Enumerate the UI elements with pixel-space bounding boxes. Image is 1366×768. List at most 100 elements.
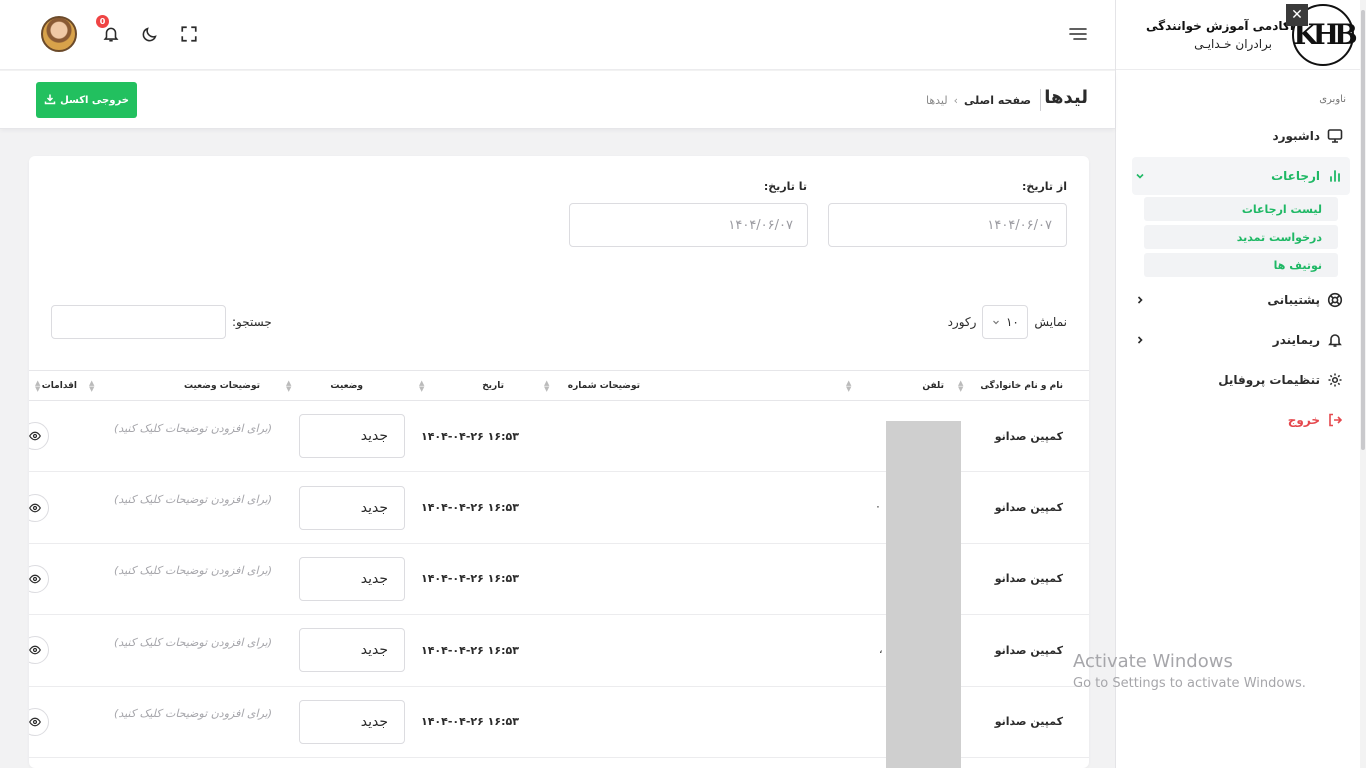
lead-phone-notes[interactable]: [538, 686, 840, 758]
sidebar-item-label: تنظیمات پروفایل: [1218, 373, 1320, 387]
page-header: خروجی اکسل صفحه اصلی › لیدها لیدها: [0, 71, 1115, 129]
monitor-icon: [1326, 127, 1344, 145]
page-length-control: نمایش ۱۰ رکورد: [948, 305, 1067, 339]
status-select[interactable]: جدید: [299, 556, 405, 601]
sort-icon: ▲ ▼: [286, 379, 292, 393]
lead-actions: [29, 400, 83, 473]
lead-status-notes[interactable]: (برای افزودن توضیحات کلیک کنید): [83, 614, 280, 687]
redacted-phone-block: [886, 421, 961, 768]
breadcrumb-home[interactable]: صفحه اصلی: [964, 94, 1031, 107]
chevron-down-icon: [1132, 168, 1148, 184]
lead-status-notes[interactable]: (برای افزودن توضیحات کلیک کنید): [83, 471, 280, 544]
lead-status-notes[interactable]: (برای افزودن توضیحات کلیک کنید): [83, 686, 280, 758]
menu-toggle-icon[interactable]: [1068, 24, 1088, 44]
page-title: لیدها: [1044, 87, 1088, 108]
page-length-value: ۱۰: [1005, 315, 1019, 329]
page-length-select[interactable]: ۱۰: [982, 305, 1029, 339]
sidebar-item-referrals[interactable]: ارجاعات: [1132, 157, 1350, 195]
excel-export-button[interactable]: خروجی اکسل: [36, 82, 137, 118]
lead-date: ۱۴۰۴-۰۴-۲۶ ۱۶:۵۳: [413, 543, 538, 616]
lead-date: ۱۴۰۴-۰۴-۲۶ ۱۶:۵۳: [413, 686, 538, 758]
breadcrumb: صفحه اصلی › لیدها: [925, 94, 1031, 107]
lead-name: کمپین صدانو: [952, 400, 1089, 473]
search-input[interactable]: [51, 305, 226, 339]
header-divider: [1040, 89, 1041, 111]
phone-fragment: ۰: [875, 500, 881, 513]
show-label: نمایش: [1034, 315, 1067, 329]
column-header-date[interactable]: تاریخ ▲ ▼: [413, 370, 538, 401]
column-header-phone[interactable]: تلفن ▲ ▼: [840, 370, 952, 401]
sidebar-item-label: داشبورد: [1272, 129, 1320, 143]
leads-card: از تاریخ: تا تاریخ: نمایش ۱۰ رکورد جستجو…: [29, 156, 1089, 768]
sidebar-item-support[interactable]: پشتیبانی: [1132, 281, 1350, 319]
lead-date: ۱۴۰۴-۰۴-۲۶ ۱۶:۵۳: [413, 614, 538, 687]
lead-phone-notes[interactable]: [538, 400, 840, 473]
moon-icon[interactable]: [140, 24, 160, 44]
scrollbar-thumb[interactable]: [1361, 10, 1365, 450]
status-select[interactable]: جدید: [299, 485, 405, 530]
sidebar-scrollbar[interactable]: [1360, 0, 1366, 768]
status-select[interactable]: جدید: [299, 699, 405, 744]
download-icon: [44, 93, 56, 108]
sidebar-item-label: ریمایندر: [1272, 333, 1320, 347]
watermark-title: Activate Windows: [1073, 651, 1233, 672]
lead-status-cell: جدید: [280, 471, 413, 544]
lead-phone-notes[interactable]: [538, 471, 840, 544]
submenu-item-notifications[interactable]: نوتیف ها: [1144, 253, 1338, 277]
column-header-status-notes[interactable]: توضیحات وضعیت ▲ ▼: [83, 370, 280, 401]
to-date-label: تا تاریخ:: [763, 180, 807, 193]
eye-icon[interactable]: [29, 636, 49, 665]
sidebar-item-label: خروج: [1287, 413, 1320, 427]
table-header-row: نام و نام خانوادگی ▲ ▼ تلفن ▲ ▼ توضیحات شمار…: [29, 370, 1089, 401]
referrals-submenu: لیست ارجاعات درخواست تمدید نوتیف ها: [1144, 197, 1338, 277]
lead-status-cell: جدید: [280, 686, 413, 758]
eye-icon[interactable]: [29, 422, 49, 451]
sort-icon: ▲ ▼: [89, 379, 95, 393]
lead-status-cell: جدید: [280, 543, 413, 616]
brand-title: آکادمی آموزش خوانندگی: [1146, 18, 1294, 33]
lead-name: کمپین صدانو: [952, 614, 1089, 687]
nav-caption: ناوبری: [1319, 94, 1346, 105]
sort-icon: ▲ ▼: [846, 379, 852, 393]
phone-fragment: ،: [879, 643, 883, 656]
brand-subtitle: برادران خـدایـی: [1194, 36, 1272, 51]
bell-icon: [1326, 331, 1344, 349]
to-date-input[interactable]: [569, 203, 808, 247]
sort-icon: ▲ ▼: [419, 379, 425, 393]
column-header-phone-notes[interactable]: توضیحات شماره ▲ ▼: [538, 370, 840, 401]
lead-status-notes[interactable]: (برای افزودن توضیحات کلیک کنید): [83, 543, 280, 616]
lead-phone-notes[interactable]: [538, 614, 840, 687]
eye-icon[interactable]: [29, 707, 49, 736]
lead-phone-notes[interactable]: [538, 543, 840, 616]
search-control: جستجو:: [51, 305, 272, 339]
status-select[interactable]: جدید: [299, 414, 405, 459]
from-date-input[interactable]: [828, 203, 1067, 247]
breadcrumb-current: لیدها: [925, 94, 948, 107]
lead-name: کمپین صدانو: [952, 471, 1089, 544]
avatar[interactable]: [41, 16, 77, 52]
eye-icon[interactable]: [29, 564, 49, 593]
sort-icon: ▲ ▼: [958, 379, 964, 393]
lead-actions: [29, 686, 83, 758]
sidebar-item-profile-settings[interactable]: تنظیمات پروفایل: [1132, 361, 1350, 399]
records-label: رکورد: [947, 315, 977, 329]
column-header-status[interactable]: وضعیت ▲ ▼: [280, 370, 413, 401]
chevron-left-icon: [1132, 292, 1148, 308]
column-header-actions[interactable]: اقدامات ▲ ▼: [29, 370, 83, 401]
sidebar-item-logout[interactable]: خروج: [1132, 401, 1350, 439]
lead-actions: [29, 471, 83, 544]
activation-watermark: Activate Windows Go to Settings to activ…: [1073, 651, 1306, 691]
gear-icon: [1326, 371, 1344, 389]
lead-status-notes[interactable]: (برای افزودن توضیحات کلیک کنید): [83, 400, 280, 473]
submenu-item-renewal-request[interactable]: درخواست تمدید: [1144, 225, 1338, 249]
column-header-name[interactable]: نام و نام خانوادگی ▲ ▼: [952, 370, 1089, 401]
watermark-subtitle: Go to Settings to activate Windows.: [1073, 676, 1306, 691]
top-bar: 0: [0, 0, 1115, 70]
submenu-item-referral-list[interactable]: لیست ارجاعات: [1144, 197, 1338, 221]
brand[interactable]: ✕ KHB آکادمی آموزش خوانندگی برادران خـدا…: [1116, 0, 1366, 70]
eye-icon[interactable]: [29, 493, 49, 522]
sidebar-item-dashboard[interactable]: داشبورد: [1132, 117, 1350, 155]
status-select[interactable]: جدید: [299, 628, 405, 673]
fullscreen-icon[interactable]: [179, 24, 199, 44]
sidebar-item-reminder[interactable]: ریمایندر: [1132, 321, 1350, 359]
